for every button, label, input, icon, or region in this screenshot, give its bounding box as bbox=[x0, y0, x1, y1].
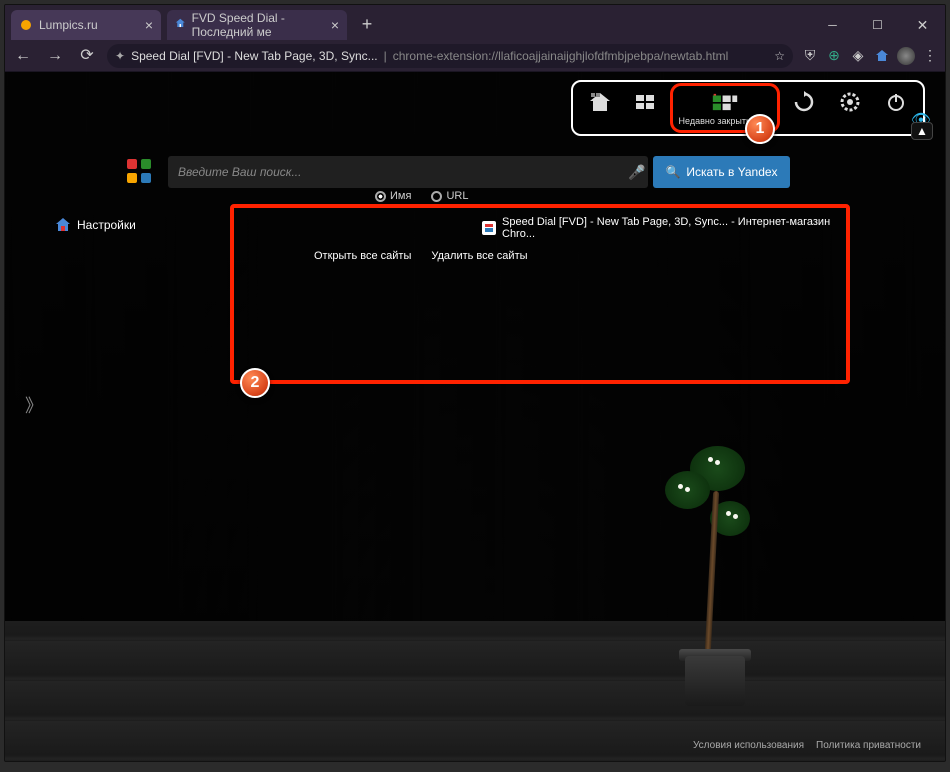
back-button[interactable]: ← bbox=[11, 44, 35, 68]
omnibox[interactable]: ✦ Speed Dial [FVD] - New Tab Page, 3D, S… bbox=[107, 44, 793, 68]
toolbar-sync[interactable] bbox=[787, 88, 821, 116]
omnibox-separator: | bbox=[384, 49, 387, 63]
close-window-button[interactable]: ✕ bbox=[900, 10, 945, 40]
home-ext-icon[interactable] bbox=[873, 47, 891, 65]
toolbar-home[interactable] bbox=[583, 88, 617, 116]
toolbar-settings[interactable] bbox=[833, 88, 867, 116]
sort-by-url[interactable]: URL bbox=[431, 190, 468, 202]
new-tab-button[interactable]: + bbox=[355, 13, 379, 37]
settings-label: Настройки bbox=[77, 218, 136, 232]
toolbar-popular[interactable] bbox=[629, 88, 663, 116]
favicon-icon bbox=[175, 18, 186, 32]
sort-name-label: Имя bbox=[390, 190, 411, 202]
search-row: 🎤 🔍 Искать в Yandex bbox=[120, 152, 790, 192]
recent-icon bbox=[712, 90, 738, 114]
toolbar-power[interactable] bbox=[879, 88, 913, 116]
menu-icon[interactable]: ⋮ bbox=[921, 47, 939, 65]
address-bar: ← → ⟳ ✦ Speed Dial [FVD] - New Tab Page,… bbox=[5, 40, 945, 72]
search-button[interactable]: 🔍 Искать в Yandex bbox=[653, 156, 789, 188]
omnibox-title: Speed Dial [FVD] - New Tab Page, 3D, Syn… bbox=[131, 49, 378, 63]
extension-icon: ✦ bbox=[115, 49, 125, 63]
tab-lumpics[interactable]: Lumpics.ru × bbox=[11, 10, 161, 40]
sync-icon bbox=[791, 90, 817, 114]
forward-button[interactable]: → bbox=[43, 44, 67, 68]
home-icon bbox=[587, 90, 613, 114]
expand-sidebar-button[interactable]: 》 bbox=[25, 392, 43, 418]
chrome-store-icon bbox=[482, 221, 496, 235]
recent-item[interactable]: Speed Dial [FVD] - New Tab Page, 3D, Syn… bbox=[482, 216, 832, 240]
minimize-button[interactable]: ─ bbox=[810, 10, 855, 40]
recent-item-title: Speed Dial [FVD] - New Tab Page, 3D, Syn… bbox=[502, 216, 832, 240]
titlebar: Lumpics.ru × FVD Speed Dial - Последний … bbox=[5, 5, 945, 40]
annotation-badge-1: 1 bbox=[745, 114, 775, 144]
reload-button[interactable]: ⟳ bbox=[75, 44, 99, 68]
sort-url-label: URL bbox=[446, 190, 468, 202]
open-all-button[interactable]: Открыть все сайты bbox=[314, 250, 411, 262]
avatar-icon[interactable] bbox=[897, 47, 915, 65]
close-icon[interactable]: × bbox=[331, 17, 339, 33]
favicon-icon bbox=[19, 18, 33, 32]
tab-title: Lumpics.ru bbox=[39, 18, 98, 32]
popular-icon bbox=[633, 90, 659, 114]
search-button-label: Искать в Yandex bbox=[686, 165, 777, 179]
radio-icon bbox=[431, 191, 442, 202]
recent-closed-panel: Speed Dial [FVD] - New Tab Page, 3D, Syn… bbox=[230, 204, 850, 384]
annotation-badge-2: 2 bbox=[240, 368, 270, 398]
tab-title: FVD Speed Dial - Последний ме bbox=[192, 11, 325, 39]
tab-fvd[interactable]: FVD Speed Dial - Последний ме × bbox=[167, 10, 347, 40]
sort-row: Имя URL bbox=[375, 190, 468, 202]
decorative-plant bbox=[655, 446, 775, 706]
speed-dial-logo-icon bbox=[120, 152, 160, 192]
terms-link[interactable]: Условия использования bbox=[693, 740, 804, 751]
radio-icon bbox=[375, 191, 386, 202]
close-icon[interactable]: × bbox=[145, 17, 153, 33]
globe-icon[interactable]: ⊕ bbox=[825, 47, 843, 65]
home-colorful-icon bbox=[55, 217, 71, 233]
delete-all-button[interactable]: Удалить все сайты bbox=[431, 250, 527, 262]
collapse-toolbar-button[interactable]: ▲ bbox=[911, 122, 933, 140]
shield-icon[interactable]: ⛨ bbox=[801, 47, 819, 65]
privacy-link[interactable]: Политика приватности bbox=[816, 740, 921, 751]
footer-links: Условия использования Политика приватнос… bbox=[693, 740, 921, 751]
maximize-button[interactable]: ☐ bbox=[855, 10, 900, 40]
recent-actions: Открыть все сайты Удалить все сайты bbox=[314, 250, 528, 262]
sidebar-settings[interactable]: Настройки bbox=[55, 217, 136, 233]
search-icon: 🔍 bbox=[665, 165, 680, 179]
mic-icon[interactable]: 🎤 bbox=[628, 164, 645, 181]
gear-icon bbox=[837, 90, 863, 114]
cube-icon[interactable]: ◈ bbox=[849, 47, 867, 65]
power-icon bbox=[883, 90, 909, 114]
sort-by-name[interactable]: Имя bbox=[375, 190, 411, 202]
search-input[interactable] bbox=[168, 156, 648, 188]
omnibox-url: chrome-extension://llaficoajjainaijghjlo… bbox=[393, 49, 729, 63]
bookmark-icon[interactable]: ☆ bbox=[774, 49, 785, 63]
